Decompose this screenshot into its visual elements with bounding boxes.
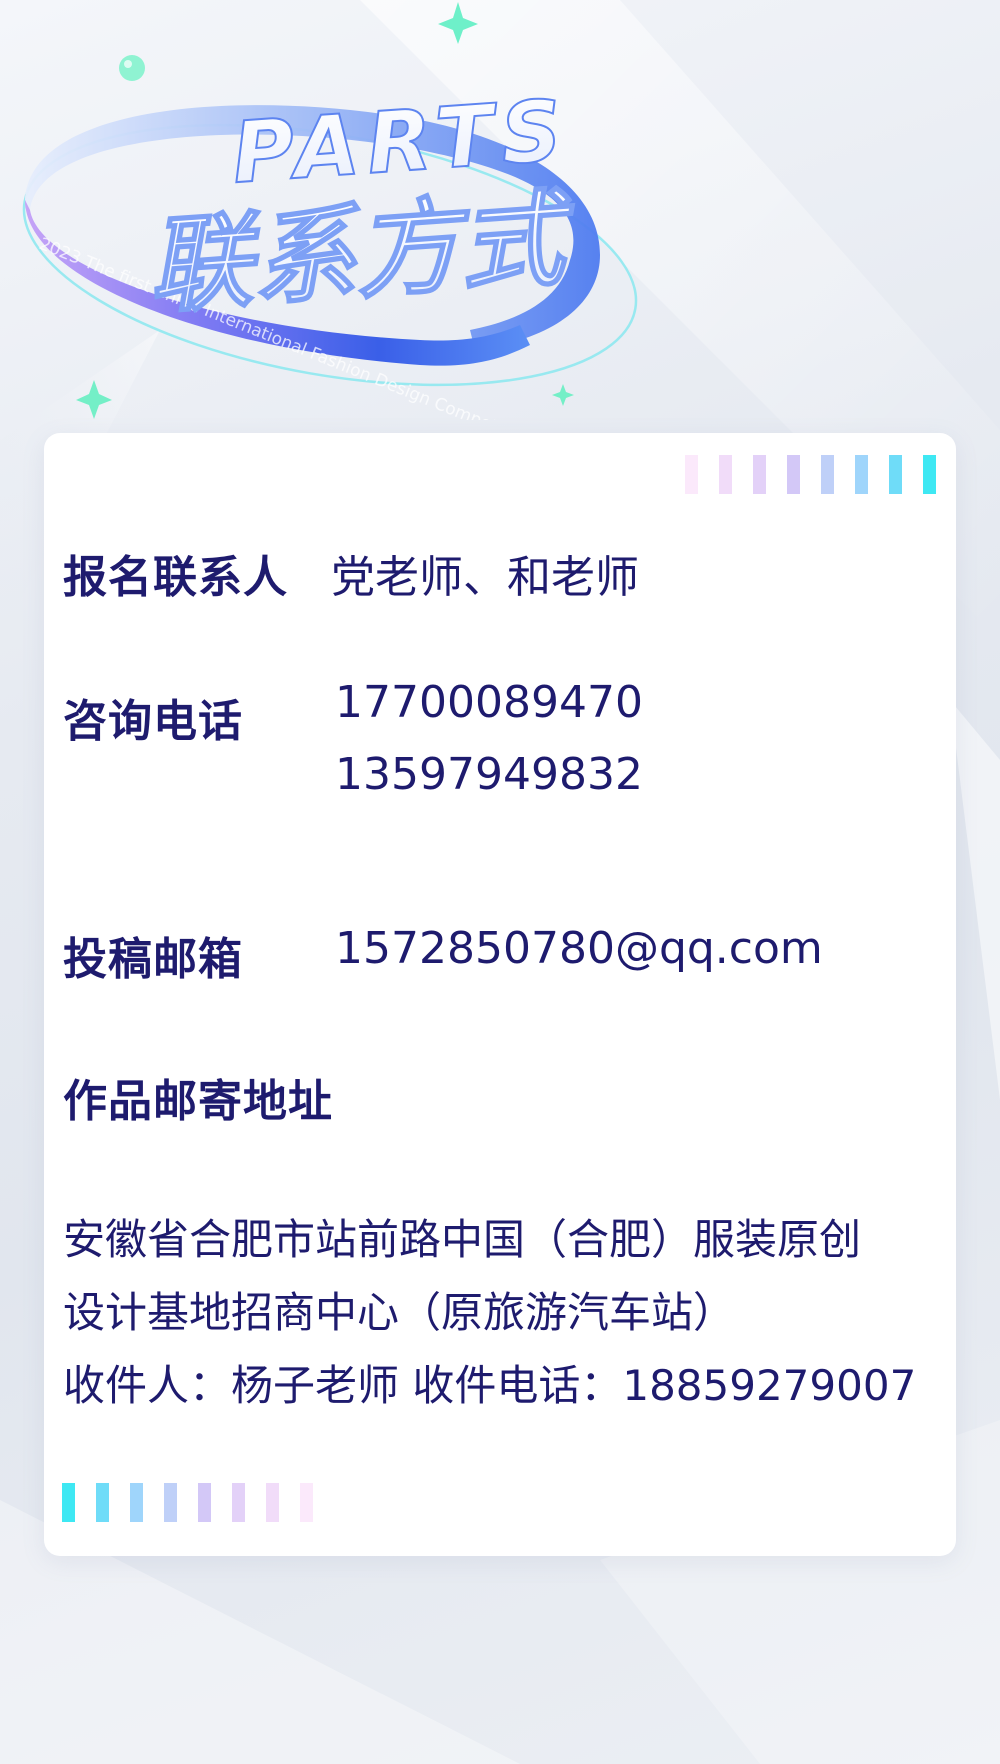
sparkle-icon <box>438 2 478 44</box>
bubble-icon <box>119 55 145 81</box>
registration-contact-label: 报名联系人 <box>63 552 288 603</box>
address-line: 设计基地招商中心（原旅游汽车站） <box>63 1288 736 1337</box>
address-line: 安徽省合肥市站前路中国（合肥）服装原创 <box>63 1215 862 1264</box>
phone-number[interactable]: 17700089470 <box>335 667 643 739</box>
email-label: 投稿邮箱 <box>63 934 243 985</box>
registration-contact-value: 党老师、和老师 <box>331 552 639 603</box>
sparkle-icon <box>76 380 112 419</box>
mailing-address-label: 作品邮寄地址 <box>63 1076 333 1127</box>
contact-card: 报名联系人 党老师、和老师 咨询电话 17700089470 135979498… <box>44 433 956 1556</box>
phone-number[interactable]: 13597949832 <box>335 739 643 811</box>
recipient-line: 收件人：杨子老师 收件电话：18859279007 <box>63 1361 917 1410</box>
email-value[interactable]: 1572850780@qq.com <box>335 923 823 974</box>
decorative-stripes-bottom <box>62 1483 313 1522</box>
page-title: 联系方式 <box>144 177 581 329</box>
decorative-stripes-top <box>685 455 936 494</box>
phone-values: 17700089470 13597949832 <box>335 667 643 811</box>
phone-label: 咨询电话 <box>63 696 243 747</box>
mailing-address: 安徽省合肥市站前路中国（合肥）服装原创 设计基地招商中心（原旅游汽车站） 收件人… <box>63 1203 943 1422</box>
header-graphic: 2023 The first China International Fashi… <box>22 2 638 420</box>
sparkle-icon <box>552 384 574 406</box>
